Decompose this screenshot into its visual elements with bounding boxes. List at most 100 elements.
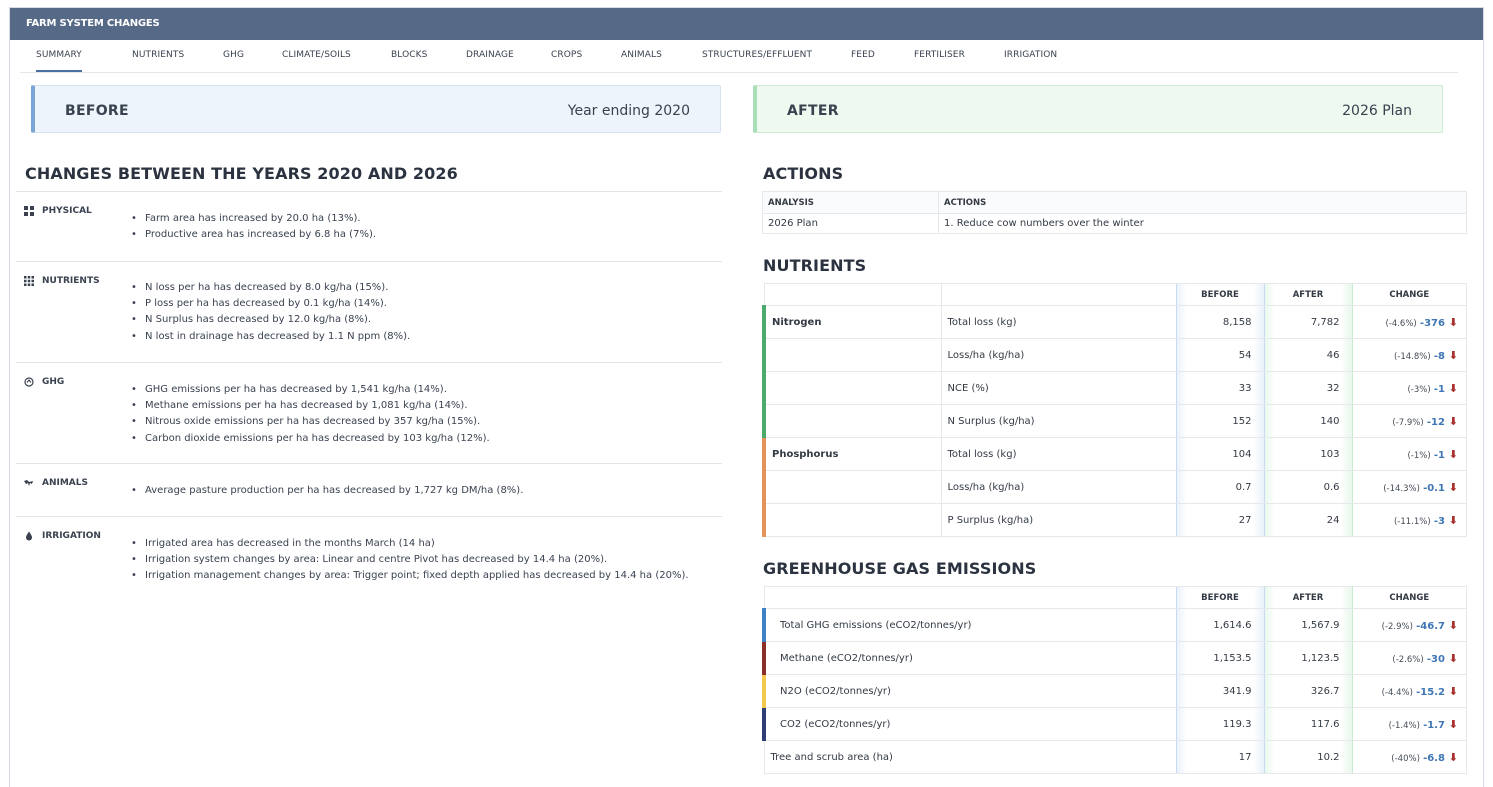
tab-climate-soils[interactable]: CLIMATE/SOILS [282,48,351,62]
after-value: 2026 Plan [1342,103,1412,119]
change-percent: (-3%) [1407,384,1431,395]
table-row: Loss/ha (kg/ha) 54 46 (-14.8%) -8 ⬇ [762,338,1467,372]
tab-summary[interactable]: SUMMARY [36,48,82,72]
group-cell: Nitrogen [762,305,941,339]
list-item: Irrigated area has decreased in the mont… [128,536,689,552]
before-cell: 0.7 [1175,470,1265,504]
change-delta: -15.2 [1416,686,1445,698]
list-item: Carbon dioxide emissions per ha has decr… [128,431,490,447]
list-item: Average pasture production per ha has de… [128,483,523,499]
metric-cell: Total loss (kg) [940,437,1176,471]
group-cell [762,371,941,405]
before-cell: 1,614.6 [1175,608,1265,642]
table-row: N Surplus (kg/ha) 152 140 (-7.9%) -12 ⬇ [762,404,1467,438]
after-cell: 103 [1263,437,1353,471]
analysis-cell: 2026 Plan [762,213,939,234]
table-row: CO2 (eCO2/tonnes/yr) 119.3 117.6 (-1.4%) -1… [762,707,1467,741]
change-delta: -1 [1433,449,1445,461]
animals-label: ANIMALS [42,478,88,488]
change-percent: (-14.3%) [1383,483,1420,494]
after-label: AFTER [787,103,839,119]
before-cell: 33 [1175,371,1265,405]
change-cell: (-14.8%) -8 ⬇ [1352,338,1467,372]
tab-blocks[interactable]: BLOCKS [391,48,427,62]
change-cell: (-1%) -1 ⬇ [1352,437,1467,471]
arrow-down-icon: ⬇ [1444,480,1458,494]
arrow-down-icon: ⬇ [1444,447,1458,461]
table-header-row: ANALYSIS ACTIONS [762,191,1467,214]
tab-feed[interactable]: FEED [851,48,875,62]
physical-label: PHYSICAL [42,206,92,216]
tab-nutrients[interactable]: NUTRIENTS [132,48,184,62]
changes-irrigation: IRRIGATION Irrigated area has decreased … [16,516,722,586]
after-banner: AFTER 2026 Plan [753,85,1443,133]
ghg-list: GHG emissions per ha has decreased by 1,… [128,382,490,447]
change-percent: (-2.6%) [1392,654,1424,665]
before-cell: 17 [1175,740,1265,774]
metric-cell: P Surplus (kg/ha) [940,503,1176,537]
metric-cell: Total GHG emissions (eCO2/tonnes/yr) [762,608,1176,642]
physical-heading: PHYSICAL [24,206,92,216]
change-cell: (-2.9%) -46.7 ⬇ [1352,608,1467,642]
change-cell: (-14.3%) -0.1 ⬇ [1352,470,1467,504]
col-actions: ACTIONS [938,191,1467,214]
change-percent: (-1.4%) [1388,720,1420,731]
table-row: 2026 Plan 1. Reduce cow numbers over the… [762,213,1467,234]
change-cell: (-1.4%) -1.7 ⬇ [1352,707,1467,741]
before-banner: BEFORE Year ending 2020 [31,85,721,133]
arrow-down-icon: ⬇ [1444,513,1458,527]
irrigation-list: Irrigated area has decreased in the mont… [128,536,689,585]
tab-fertiliser[interactable]: FERTILISER [914,48,965,62]
col-metric [763,586,1176,609]
group-cell [762,338,941,372]
before-cell: 8,158 [1175,305,1265,339]
tab-drainage[interactable]: DRAINAGE [466,48,514,62]
water-drop-icon [26,531,32,541]
change-cell: (-4.6%) -376 ⬇ [1352,305,1467,339]
changes-nutrients: NUTRIENTS N loss per ha has decreased by… [16,261,722,362]
group-cell [762,503,941,537]
change-delta: -8 [1433,350,1445,362]
nutrients-body: Nitrogen Total loss (kg) 8,158 7,782 (-4.6%)… [762,305,1467,537]
change-percent: (-14.8%) [1393,351,1431,362]
change-delta: -1.7 [1423,719,1445,731]
list-item: N lost in drainage has decreased by 1.1 … [128,329,410,345]
table-row: Tree and scrub area (ha) 17 10.2 (-40%) -6.… [763,740,1467,774]
change-cell: (-4.4%) -15.2 ⬇ [1352,674,1467,708]
group-cell [762,470,941,504]
after-cell: 1,567.9 [1263,608,1353,642]
table-row: NCE (%) 33 32 (-3%) -1 ⬇ [762,371,1467,405]
arrow-down-icon: ⬇ [1444,717,1458,731]
after-cell: 117.6 [1263,707,1353,741]
ghg-label: GHG [42,377,65,387]
list-item: Irrigation system changes by area: Linea… [128,552,689,568]
list-item: Irrigation management changes by area: T… [128,568,689,584]
tab-ghg[interactable]: GHG [223,48,244,62]
before-cell: 104 [1175,437,1265,471]
change-cell: (-40%) -6.8 ⬇ [1352,740,1467,774]
metric-cell: Methane (eCO2/tonnes/yr) [762,641,1176,675]
change-delta: -3 [1433,515,1445,527]
list-item: Methane emissions per ha has decreased b… [128,398,490,414]
tab-crops[interactable]: CROPS [551,48,582,62]
metric-cell: Total loss (kg) [940,305,1176,339]
tab-irrigation[interactable]: IRRIGATION [1004,48,1057,62]
change-delta: -0.1 [1423,482,1445,494]
physical-list: Farm area has increased by 20.0 ha (13%)… [128,211,376,243]
list-item: Farm area has increased by 20.0 ha (13%)… [128,211,376,227]
change-percent: (-4.6%) [1385,318,1417,329]
arrow-down-icon: ⬇ [1444,348,1458,362]
change-percent: (-4.4%) [1381,687,1413,698]
nutrients-label: NUTRIENTS [42,276,100,286]
action-cell: 1. Reduce cow numbers over the winter [938,213,1467,234]
before-cell: 1,153.5 [1175,641,1265,675]
tab-structures-effluent[interactable]: STRUCTURES/EFFLUENT [702,48,812,62]
actions-title: ACTIONS [763,164,844,183]
after-cell: 7,782 [1263,305,1353,339]
changes-physical: PHYSICAL Farm area has increased by 20.0… [16,191,722,261]
list-item: N loss per ha has decreased by 8.0 kg/ha… [128,280,410,296]
tab-animals[interactable]: ANIMALS [621,48,662,62]
actions-table: ANALYSIS ACTIONS 2026 Plan 1. Reduce cow… [762,191,1467,234]
arrow-down-icon: ⬇ [1444,414,1458,428]
ghg-body: Total GHG emissions (eCO2/tonnes/yr) 1,61… [762,608,1467,774]
